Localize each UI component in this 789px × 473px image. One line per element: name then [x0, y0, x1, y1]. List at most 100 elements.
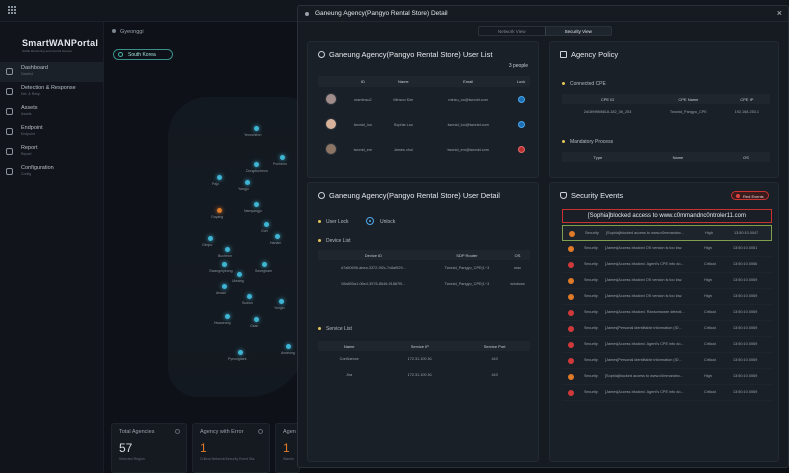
monitor-icon: [560, 51, 567, 58]
region-selector[interactable]: South Korea: [113, 49, 173, 60]
app-grid-icon[interactable]: [8, 6, 16, 14]
lock-icon[interactable]: [517, 145, 525, 153]
cell-email: twonid_em@twonid.com: [447, 147, 489, 152]
city-marker[interactable]: [254, 162, 259, 167]
stat-sub: Warnin: [283, 457, 294, 461]
sidebar-item-label: Assets: [21, 105, 38, 111]
sidebar-nav: Dashboard Dashbd Detection & Response Det.…: [0, 62, 104, 182]
sidebar-item-report[interactable]: Report Report: [0, 142, 104, 162]
city-marker[interactable]: [254, 126, 259, 131]
modal-title: Ganeung Agency(Pangyo Rental Store) Deta…: [315, 10, 448, 17]
city-marker[interactable]: [254, 202, 259, 207]
event-row[interactable]: Security [James]Access blocked OS version…: [562, 273, 772, 289]
city-marker[interactable]: [222, 262, 227, 267]
sidebar-item-assets[interactable]: Assets Assets: [0, 102, 104, 122]
shield-icon: [560, 192, 567, 199]
table-row[interactable]: d7a50696-abea-3372-9f2c-7c8af529... Twoni…: [318, 260, 530, 276]
table-row[interactable]: 08a800a1-06e4-3976-8646-91887f0... Twonid…: [318, 276, 530, 292]
city-marker[interactable]: [237, 272, 242, 277]
sidebar-item-sublabel: Config: [21, 172, 32, 176]
city-marker-warning[interactable]: [217, 208, 222, 213]
close-icon[interactable]: ×: [777, 8, 782, 18]
table-row[interactable]: twonid_loo Sophia Loo twonid_loo@twonid.co…: [318, 112, 530, 137]
sidebar-item-configuration[interactable]: Configuration Config: [0, 162, 104, 182]
cell-router: Twonid_Pangyo_CPE(1~3: [444, 282, 490, 286]
event-row[interactable]: Security [Sophia]blocked access to www.c0…: [562, 225, 772, 241]
event-type: Security: [585, 231, 599, 235]
events-list: Security [Sophia]blocked access to www.c0…: [562, 225, 772, 401]
city-marker[interactable]: [238, 350, 243, 355]
breadcrumb-label: Gyeonggi: [120, 29, 144, 35]
event-level: Critical: [704, 326, 716, 330]
dashboard-icon: [6, 68, 13, 75]
security-events-panel: Security Events Red Events [Sophia]block…: [549, 182, 779, 462]
table-row[interactable]: 2d1899f8f8618-182_06_253 Twonid_Pangyo_CP…: [562, 104, 770, 120]
stat-card-total[interactable]: Total Agencies 57 Selected Region: [111, 423, 187, 473]
event-row[interactable]: Security [James]Access blocked OS version…: [562, 241, 772, 257]
city-marker[interactable]: [275, 234, 280, 239]
sidebar-item-detection[interactable]: Detection & Response Det. & Resp.: [0, 82, 104, 102]
breadcrumb: Gyeonggi: [112, 29, 144, 35]
table-row[interactable]: Confluence 172.31.100.51 443: [318, 351, 530, 367]
tab-network-view[interactable]: Network View: [479, 27, 545, 35]
event-message: [James]Access blocked. Agent's CPE info …: [605, 342, 684, 346]
event-row[interactable]: Security [James]Access blocked. Ransomwar…: [562, 305, 772, 321]
cell-service-name: Confluence: [339, 357, 359, 361]
event-row[interactable]: Security [James]Personal identifiable inf…: [562, 353, 772, 369]
warning-icon: [568, 374, 574, 380]
city-marker[interactable]: [245, 180, 250, 185]
sidebar-item-label: Dashboard: [21, 65, 48, 71]
city-label: Hwaseong: [214, 321, 231, 325]
city-marker[interactable]: [225, 314, 230, 319]
lock-icon[interactable]: [517, 120, 525, 128]
cell-name: Sophia Loo: [393, 122, 413, 127]
city-marker[interactable]: [262, 262, 267, 267]
event-time: 13:50:10.0066: [733, 262, 758, 266]
cell-email: twonid_loo@twonid.com: [447, 122, 489, 127]
city-marker[interactable]: [279, 299, 284, 304]
event-row[interactable]: Security [James]Access blocked. Agent's C…: [562, 257, 772, 273]
city-marker[interactable]: [264, 222, 269, 227]
stat-card-error[interactable]: Agency with Error 1 Critical Network/Secur…: [192, 423, 270, 473]
cell-os: mac: [513, 266, 522, 270]
city-marker[interactable]: [225, 247, 230, 252]
mandatory-process-label: Mandatory Process: [562, 139, 613, 145]
city-label: Bucheon: [218, 254, 232, 258]
info-icon[interactable]: [175, 429, 180, 434]
event-row[interactable]: Security [James]Access blocked. Agent's C…: [562, 337, 772, 353]
warning-icon: [568, 246, 574, 252]
city-marker[interactable]: [222, 284, 227, 289]
city-marker[interactable]: [247, 294, 252, 299]
tab-security-view[interactable]: Security View: [544, 27, 611, 35]
red-events-button[interactable]: Red Events: [731, 191, 769, 200]
logo-subtitle: SASE Monitoring and Control Service: [22, 49, 73, 53]
cell-cpe-ip: 192.168.253.1: [734, 110, 759, 114]
city-marker[interactable]: [280, 155, 285, 160]
lock-icon[interactable]: [517, 95, 525, 103]
city-label: Anseong: [281, 351, 295, 355]
event-time: 13:50:10.0069: [733, 326, 758, 330]
event-row[interactable]: Security [Sophia]blocked access to www.c0…: [562, 369, 772, 385]
city-marker[interactable]: [254, 317, 259, 322]
event-row[interactable]: Security [James]Personal identifiable inf…: [562, 321, 772, 337]
stat-value: 1: [200, 441, 207, 455]
city-label: Goyang: [211, 215, 224, 219]
event-row[interactable]: Security [James]Access blocked OS version…: [562, 289, 772, 305]
event-message: [James]Access blocked OS version is too …: [605, 278, 683, 282]
table-row[interactable]: maminso2 Minsoo Kim minsu_oo@twonid.com: [318, 87, 530, 112]
sidebar-item-endpoint[interactable]: Endpoint Endpoint: [0, 122, 104, 142]
unlock-radio[interactable]: [366, 217, 374, 225]
city-marker[interactable]: [208, 236, 213, 241]
col-service-ip: Service IP: [380, 341, 460, 351]
info-icon[interactable]: [258, 429, 263, 434]
user-detail-panel: Ganeung Agency(Pangyo Rental Store) User…: [307, 182, 539, 462]
col-email: Email: [424, 76, 513, 87]
city-marker[interactable]: [217, 175, 222, 180]
table-row[interactable]: Jira 172.31.100.51 443: [318, 367, 530, 383]
sidebar-item-dashboard[interactable]: Dashboard Dashbd: [0, 62, 104, 82]
table-row[interactable]: twonid_em James choi twonid_em@twonid.com: [318, 137, 530, 162]
city-marker[interactable]: [286, 344, 291, 349]
event-level: Critical: [704, 342, 716, 346]
event-row[interactable]: Security [James]Access blocked. Agent's C…: [562, 385, 772, 401]
event-level: High: [705, 231, 713, 235]
